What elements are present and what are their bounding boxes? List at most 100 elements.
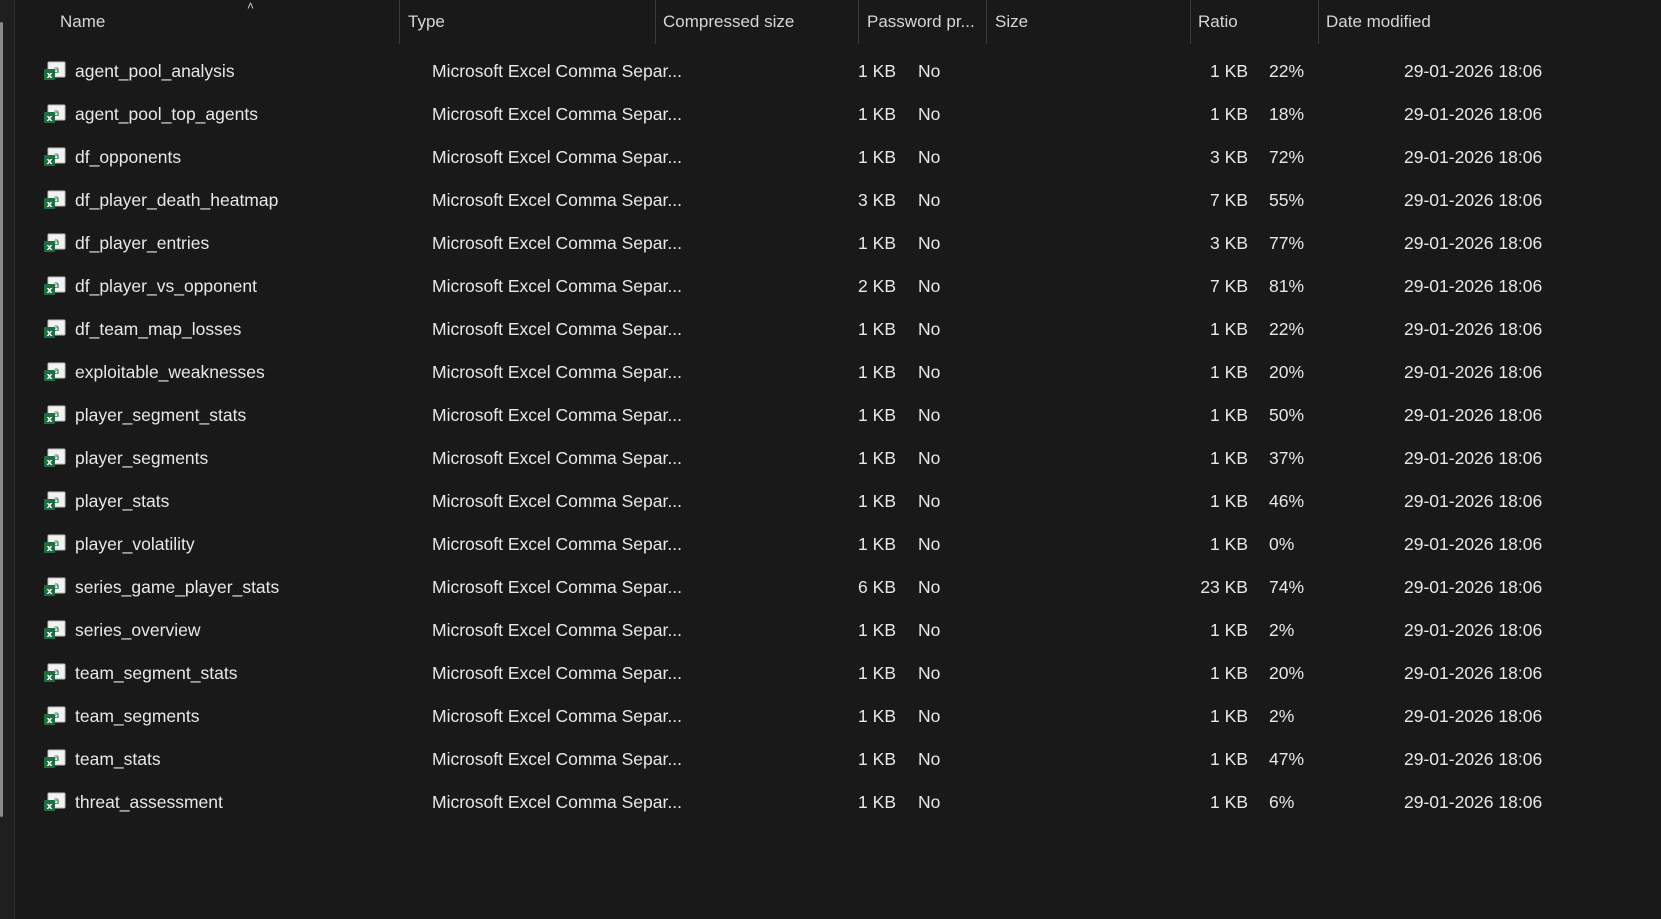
column-resize-handle[interactable] <box>1318 0 1319 44</box>
excel-csv-icon: a x <box>44 190 66 210</box>
password-protected: No <box>918 577 941 597</box>
password-protected: No <box>918 534 941 554</box>
compressed-size: 1 KB <box>858 362 896 382</box>
file-type: Microsoft Excel Comma Separ... <box>432 706 682 726</box>
column-resize-handle[interactable] <box>986 0 987 44</box>
svg-text:x: x <box>47 415 53 425</box>
table-row[interactable]: a x team_segments Microsoft Excel Comma … <box>15 695 1661 738</box>
compression-ratio: 2% <box>1269 620 1295 640</box>
file-name: player_stats <box>75 491 170 511</box>
date-modified: 29-01-2026 18:06 <box>1404 147 1543 167</box>
table-row[interactable]: a x agent_pool_analysis Microsoft Excel … <box>15 50 1661 93</box>
table-row[interactable]: a x team_stats Microsoft Excel Comma Sep… <box>15 738 1661 781</box>
compressed-size: 1 KB <box>858 104 896 124</box>
file-name: series_game_player_stats <box>75 577 280 597</box>
excel-csv-icon: a x <box>44 534 66 554</box>
compression-ratio: 72% <box>1269 147 1305 167</box>
date-modified: 29-01-2026 18:06 <box>1404 362 1543 382</box>
date-modified: 29-01-2026 18:06 <box>1404 190 1543 210</box>
table-row[interactable]: a x df_team_map_losses Microsoft Excel C… <box>15 308 1661 351</box>
column-resize-handle[interactable] <box>655 0 656 44</box>
file-name: df_player_vs_opponent <box>75 276 257 296</box>
column-resize-handle[interactable] <box>858 0 859 44</box>
compression-ratio: 55% <box>1269 190 1305 210</box>
password-protected: No <box>918 706 941 726</box>
table-row[interactable]: a x player_segment_stats Microsoft Excel… <box>15 394 1661 437</box>
column-header-ratio[interactable]: Ratio <box>1198 0 1318 44</box>
table-row[interactable]: a x exploitable_weaknesses Microsoft Exc… <box>15 351 1661 394</box>
excel-csv-icon: a x <box>44 319 66 339</box>
table-row[interactable]: a x player_volatility Microsoft Excel Co… <box>15 523 1661 566</box>
table-row[interactable]: a x df_player_entries Microsoft Excel Co… <box>15 222 1661 265</box>
file-type: Microsoft Excel Comma Separ... <box>432 620 682 640</box>
file-type: Microsoft Excel Comma Separ... <box>432 276 682 296</box>
svg-text:x: x <box>47 243 53 253</box>
file-type: Microsoft Excel Comma Separ... <box>432 792 682 812</box>
compressed-size: 1 KB <box>858 706 896 726</box>
table-row[interactable]: a x df_player_vs_opponent Microsoft Exce… <box>15 265 1661 308</box>
table-row[interactable]: a x player_segments Microsoft Excel Comm… <box>15 437 1661 480</box>
table-row[interactable]: a x threat_assessment Microsoft Excel Co… <box>15 781 1661 824</box>
column-header-size[interactable]: Size <box>995 0 1185 44</box>
file-type: Microsoft Excel Comma Separ... <box>432 663 682 683</box>
compression-ratio: 22% <box>1269 61 1305 81</box>
file-type: Microsoft Excel Comma Separ... <box>432 534 682 554</box>
table-row[interactable]: a x player_stats Microsoft Excel Comma S… <box>15 480 1661 523</box>
left-pane-scrollbar[interactable] <box>0 22 3 817</box>
file-size: 1 KB <box>1210 319 1248 339</box>
file-name: df_team_map_losses <box>75 319 242 339</box>
compressed-size: 1 KB <box>858 749 896 769</box>
file-type: Microsoft Excel Comma Separ... <box>432 362 682 382</box>
file-size: 1 KB <box>1210 491 1248 511</box>
column-resize-handle[interactable] <box>1190 0 1191 44</box>
file-size: 3 KB <box>1210 233 1248 253</box>
svg-text:x: x <box>47 157 53 167</box>
table-row[interactable]: a x team_segment_stats Microsoft Excel C… <box>15 652 1661 695</box>
password-protected: No <box>918 233 941 253</box>
date-modified: 29-01-2026 18:06 <box>1404 749 1543 769</box>
excel-csv-icon: a x <box>44 706 66 726</box>
column-header-date-modified[interactable]: Date modified <box>1326 0 1626 44</box>
column-header-type[interactable]: Type <box>408 0 653 44</box>
svg-text:x: x <box>47 114 53 124</box>
date-modified: 29-01-2026 18:06 <box>1404 276 1543 296</box>
date-modified: 29-01-2026 18:06 <box>1404 577 1543 597</box>
date-modified: 29-01-2026 18:06 <box>1404 319 1543 339</box>
excel-csv-icon: a x <box>44 491 66 511</box>
excel-csv-icon: a x <box>44 620 66 640</box>
file-size: 1 KB <box>1210 104 1248 124</box>
compression-ratio: 74% <box>1269 577 1305 597</box>
compression-ratio: 37% <box>1269 448 1305 468</box>
compressed-size: 3 KB <box>858 190 896 210</box>
file-size: 1 KB <box>1210 534 1248 554</box>
password-protected: No <box>918 147 941 167</box>
file-type: Microsoft Excel Comma Separ... <box>432 319 682 339</box>
password-protected: No <box>918 749 941 769</box>
table-row[interactable]: a x df_player_death_heatmap Microsoft Ex… <box>15 179 1661 222</box>
column-header-compressed-size[interactable]: Compressed size <box>663 0 858 44</box>
excel-csv-icon: a x <box>44 233 66 253</box>
compression-ratio: 6% <box>1269 792 1295 812</box>
column-header-name[interactable]: Name <box>60 0 390 44</box>
svg-text:x: x <box>47 329 53 339</box>
file-size: 1 KB <box>1210 706 1248 726</box>
file-size: 7 KB <box>1210 190 1248 210</box>
file-size: 3 KB <box>1210 147 1248 167</box>
table-row[interactable]: a x agent_pool_top_agents Microsoft Exce… <box>15 93 1661 136</box>
compressed-size: 1 KB <box>858 448 896 468</box>
date-modified: 29-01-2026 18:06 <box>1404 706 1543 726</box>
svg-text:x: x <box>47 802 53 812</box>
column-resize-handle[interactable] <box>399 0 400 44</box>
svg-text:x: x <box>47 716 53 726</box>
date-modified: 29-01-2026 18:06 <box>1404 491 1543 511</box>
svg-text:x: x <box>47 458 53 468</box>
compressed-size: 1 KB <box>858 620 896 640</box>
table-row[interactable]: a x series_overview Microsoft Excel Comm… <box>15 609 1661 652</box>
file-size: 1 KB <box>1210 405 1248 425</box>
column-header-password-protected[interactable]: Password pr... <box>867 0 985 44</box>
table-row[interactable]: a x df_opponents Microsoft Excel Comma S… <box>15 136 1661 179</box>
compressed-size: 1 KB <box>858 319 896 339</box>
table-row[interactable]: a x series_game_player_stats Microsoft E… <box>15 566 1661 609</box>
date-modified: 29-01-2026 18:06 <box>1404 620 1543 640</box>
column-header-bar: ˄ Name Type Compressed size Password pr.… <box>15 0 1661 44</box>
